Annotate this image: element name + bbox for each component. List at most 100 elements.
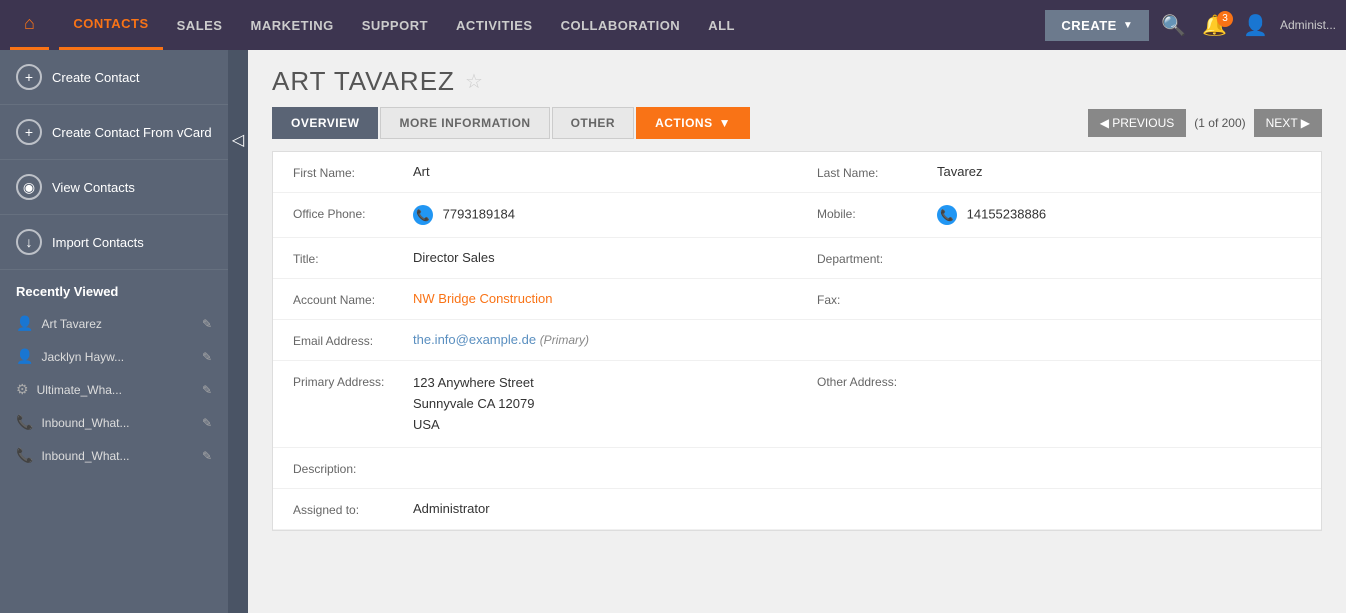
search-icon[interactable]: 🔍: [1157, 9, 1190, 42]
first-name-label: First Name:: [293, 164, 413, 180]
recent-edit-icon-0[interactable]: ✎: [202, 317, 212, 331]
recently-viewed-header: Recently Viewed: [0, 270, 228, 307]
actions-tab-label: ACTIONS: [655, 116, 713, 130]
assigned-to-value: Administrator: [413, 501, 1301, 516]
sidebar-toggle-button[interactable]: ◁: [228, 50, 248, 613]
tab-overview[interactable]: OVERVIEW: [272, 107, 378, 139]
detail-grid: First Name: Art Last Name: Tavarez Offic…: [273, 152, 1321, 530]
mobile-field: Mobile: 📞 14155238886: [797, 193, 1321, 238]
sidebar-item-import-contacts[interactable]: ↓ Import Contacts: [0, 215, 228, 270]
previous-button[interactable]: ◀ PREVIOUS: [1088, 109, 1187, 137]
view-contacts-icon: ◉: [16, 174, 42, 200]
recent-edit-icon-2[interactable]: ✎: [202, 383, 212, 397]
favorite-star-icon[interactable]: ☆: [465, 69, 483, 94]
recent-item-name-3: Inbound_What...: [41, 416, 202, 430]
recent-edit-icon-4[interactable]: ✎: [202, 449, 212, 463]
main-layout: + Create Contact + Create Contact From v…: [0, 50, 1346, 613]
nav-item-marketing[interactable]: MARKETING: [236, 0, 347, 50]
recent-phone-icon-3: 📞: [16, 414, 33, 431]
fax-label: Fax:: [817, 291, 937, 307]
recent-item-3[interactable]: 📞 Inbound_What... ✎: [0, 406, 228, 439]
nav-item-sales[interactable]: SALES: [163, 0, 237, 50]
tab-more-information[interactable]: MORE INFORMATION: [380, 107, 549, 139]
office-phone-label: Office Phone:: [293, 205, 413, 221]
nav-item-all[interactable]: ALL: [694, 0, 749, 50]
contact-header: ART TAVAREZ ☆: [248, 50, 1346, 97]
create-vcard-label: Create Contact From vCard: [52, 125, 212, 140]
assigned-to-field: Assigned to: Administrator: [273, 489, 1321, 530]
recent-item-4[interactable]: 📞 Inbound_What... ✎: [0, 439, 228, 472]
top-navigation: ⌂ CONTACTS SALES MARKETING SUPPORT ACTIV…: [0, 0, 1346, 50]
nav-right: CREATE ▼ 🔍 🔔 3 👤 Administ...: [1045, 9, 1336, 42]
sidebar-item-view-contacts[interactable]: ◉ View Contacts: [0, 160, 228, 215]
sidebar: + Create Contact + Create Contact From v…: [0, 50, 228, 613]
tab-actions[interactable]: ACTIONS ▼: [636, 107, 750, 139]
create-vcard-icon: +: [16, 119, 42, 145]
create-contact-label: Create Contact: [52, 70, 139, 85]
tabs-bar: OVERVIEW MORE INFORMATION OTHER ACTIONS …: [248, 97, 1346, 139]
recent-gear-icon-2: ⚙: [16, 381, 29, 398]
recent-edit-icon-3[interactable]: ✎: [202, 416, 212, 430]
tab-other[interactable]: OTHER: [552, 107, 635, 139]
last-name-label: Last Name:: [817, 164, 937, 180]
actions-dropdown-arrow: ▼: [719, 116, 731, 130]
email-address[interactable]: the.info@example.de: [413, 332, 536, 347]
email-field: Email Address: the.info@example.de (Prim…: [273, 320, 1321, 361]
sidebar-item-create-from-vcard[interactable]: + Create Contact From vCard: [0, 105, 228, 160]
fax-field: Fax:: [797, 279, 1321, 320]
nav-item-activities[interactable]: ACTIVITIES: [442, 0, 547, 50]
account-name-label: Account Name:: [293, 291, 413, 307]
sidebar-item-create-contact[interactable]: + Create Contact: [0, 50, 228, 105]
nav-items: CONTACTS SALES MARKETING SUPPORT ACTIVIT…: [59, 0, 1045, 50]
recent-item-0[interactable]: 👤 Art Tavarez ✎: [0, 307, 228, 340]
title-label: Title:: [293, 250, 413, 266]
view-contacts-label: View Contacts: [52, 180, 135, 195]
nav-item-contacts[interactable]: CONTACTS: [59, 0, 162, 50]
last-name-field: Last Name: Tavarez: [797, 152, 1321, 193]
recent-phone-icon-4: 📞: [16, 447, 33, 464]
email-value: the.info@example.de (Primary): [413, 332, 1301, 347]
recent-item-name-0: Art Tavarez: [41, 317, 202, 331]
mobile-phone-icon: 📞: [937, 205, 957, 225]
department-label: Department:: [817, 250, 937, 266]
recent-edit-icon-1[interactable]: ✎: [202, 350, 212, 364]
account-name-field: Account Name: NW Bridge Construction: [273, 279, 797, 320]
contact-detail-card: First Name: Art Last Name: Tavarez Offic…: [272, 151, 1322, 531]
primary-address-field: Primary Address: 123 Anywhere Street Sun…: [273, 361, 797, 448]
email-primary-tag: (Primary): [540, 333, 589, 347]
first-name-field: First Name: Art: [273, 152, 797, 193]
office-phone-icon: 📞: [413, 205, 433, 225]
recent-item-name-2: Ultimate_Wha...: [37, 383, 202, 397]
title-field: Title: Director Sales: [273, 238, 797, 279]
admin-label: Administ...: [1280, 18, 1336, 32]
import-contacts-icon: ↓: [16, 229, 42, 255]
main-content: ART TAVAREZ ☆ OVERVIEW MORE INFORMATION …: [248, 50, 1346, 613]
department-field: Department:: [797, 238, 1321, 279]
last-name-value: Tavarez: [937, 164, 1301, 179]
recent-item-name-4: Inbound_What...: [41, 449, 202, 463]
primary-address-label: Primary Address:: [293, 373, 413, 389]
description-label: Description:: [293, 460, 413, 476]
first-name-value: Art: [413, 164, 777, 179]
recent-item-1[interactable]: 👤 Jacklyn Hayw... ✎: [0, 340, 228, 373]
tabs-right: ◀ PREVIOUS (1 of 200) NEXT ▶: [1088, 109, 1322, 137]
create-contact-icon: +: [16, 64, 42, 90]
mobile-label: Mobile:: [817, 205, 937, 221]
home-icon[interactable]: ⌂: [10, 0, 49, 50]
office-phone-value: 📞 7793189184: [413, 205, 777, 225]
recent-item-2[interactable]: ⚙ Ultimate_Wha... ✎: [0, 373, 228, 406]
import-contacts-label: Import Contacts: [52, 235, 144, 250]
user-avatar-icon[interactable]: 👤: [1239, 9, 1272, 42]
account-name-value[interactable]: NW Bridge Construction: [413, 291, 777, 306]
nav-item-collaboration[interactable]: COLLABORATION: [547, 0, 695, 50]
nav-item-support[interactable]: SUPPORT: [348, 0, 442, 50]
recent-person-icon-0: 👤: [16, 315, 33, 332]
description-field: Description:: [273, 448, 1321, 489]
primary-address-value: 123 Anywhere Street Sunnyvale CA 12079 U…: [413, 373, 777, 435]
tabs-left: OVERVIEW MORE INFORMATION OTHER ACTIONS …: [272, 107, 750, 139]
next-button[interactable]: NEXT ▶: [1254, 109, 1322, 137]
create-dropdown-arrow: ▼: [1123, 20, 1133, 31]
create-button[interactable]: CREATE ▼: [1045, 10, 1149, 41]
recent-person-icon-1: 👤: [16, 348, 33, 365]
mobile-value: 📞 14155238886: [937, 205, 1301, 225]
